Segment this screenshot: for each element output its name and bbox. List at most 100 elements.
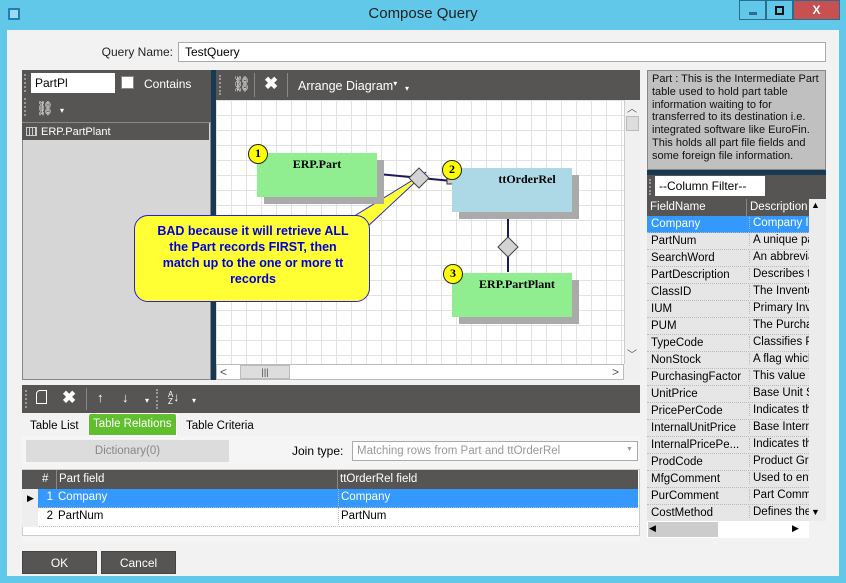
field-row[interactable]: CostMethod Defines the: [647, 505, 809, 522]
field-name-cell: NonStock: [651, 354, 701, 366]
scroll-thumb[interactable]: [648, 522, 718, 537]
column-header-fieldname[interactable]: FieldName: [650, 201, 706, 213]
join-type-select[interactable]: Matching rows from Part and ttOrderRel: [352, 441, 638, 461]
contains-checkbox[interactable]: [121, 76, 134, 89]
field-row[interactable]: InternalPricePe... Indicates th: [647, 437, 809, 454]
list-item[interactable]: ERP.PartPlant: [22, 123, 209, 140]
chevron-down-icon: ▾: [393, 79, 398, 88]
field-row[interactable]: Company Company Id: [647, 216, 809, 233]
field-row[interactable]: SearchWord An abbrevia: [647, 250, 809, 267]
toolbar-grip[interactable]: [219, 75, 223, 95]
relations-toolbar: [22, 385, 640, 413]
query-name-input[interactable]: [178, 42, 826, 62]
part-field-cell[interactable]: PartNum: [58, 510, 103, 522]
ttorderrel-field-cell[interactable]: Company: [338, 489, 390, 506]
field-name-cell: TypeCode: [651, 337, 704, 349]
scroll-thumb[interactable]: [626, 116, 639, 131]
close-button[interactable]: X: [793, 0, 840, 20]
minimize-button[interactable]: [739, 0, 766, 20]
field-row[interactable]: MfgComment Used to ent: [647, 471, 809, 488]
field-description-cell: Defines the: [749, 506, 809, 518]
link-icon[interactable]: ⛓: [232, 75, 251, 93]
table-search-input[interactable]: [31, 73, 115, 93]
field-row[interactable]: IUM Primary Inve: [647, 301, 809, 318]
scroll-up-icon[interactable]: ▲: [811, 200, 820, 210]
field-row[interactable]: UnitPrice Base Unit S: [647, 386, 809, 403]
arrange-diagram-button[interactable]: Arrange Diagram▾: [298, 79, 397, 93]
field-name-cell: InternalUnitPrice: [651, 422, 737, 434]
chevron-down-icon[interactable]: ▼: [626, 446, 633, 453]
scroll-down-icon[interactable]: ﹀: [625, 346, 639, 362]
scroll-thumb[interactable]: |||: [240, 365, 290, 379]
field-row[interactable]: ProdCode Product Gro: [647, 454, 809, 471]
scroll-right-icon[interactable]: ▶: [792, 523, 799, 534]
delete-icon[interactable]: ✖: [62, 388, 76, 408]
table-row[interactable]: ▶ 1 Company Company: [22, 489, 638, 508]
field-row[interactable]: TypeCode Classifies P: [647, 335, 809, 352]
cancel-button[interactable]: Cancel: [101, 551, 176, 574]
toolbar-grip[interactable]: [25, 390, 29, 408]
field-description-cell: The Purchas: [749, 319, 809, 331]
field-row[interactable]: ClassID The Invento: [647, 284, 809, 301]
maximize-icon: [775, 5, 784, 15]
tab-table-criteria[interactable]: Table Criteria: [186, 414, 254, 436]
link-icon[interactable]: ⛓: [36, 100, 54, 117]
tab-table-relations[interactable]: Table Relations: [88, 413, 177, 436]
ttorderrel-field-cell[interactable]: PartNum: [338, 508, 386, 525]
dictionary-button[interactable]: Dictionary(0): [26, 440, 229, 462]
scroll-down-icon[interactable]: ▼: [811, 507, 820, 517]
row-number: 2: [46, 510, 53, 522]
column-header-number[interactable]: #: [42, 473, 48, 485]
query-name-label: Query Name:: [101, 45, 173, 59]
diagram-node-erp-part[interactable]: ERP.Part: [257, 153, 377, 197]
field-name-cell: IUM: [651, 303, 673, 315]
diagram-node-ttorderrel[interactable]: ttOrderRel: [452, 168, 572, 212]
toolbar-overflow-icon[interactable]: ▾: [405, 84, 409, 93]
move-up-icon[interactable]: ↑: [97, 390, 104, 405]
scroll-left-icon[interactable]: <: [220, 365, 227, 379]
fields-vertical-scrollbar[interactable]: [809, 199, 826, 521]
chevron-down-icon[interactable]: ▾: [145, 396, 149, 405]
field-name-cell: PartDescription: [651, 269, 730, 281]
table-row[interactable]: 2 PartNum PartNum: [22, 508, 638, 527]
scroll-left-icon[interactable]: ◀: [649, 523, 656, 534]
toolbar-grip[interactable]: [24, 74, 28, 92]
toolbar-grip[interactable]: [649, 179, 653, 195]
field-row[interactable]: PricePerCode Indicates th: [647, 403, 809, 420]
toolbar-grip[interactable]: [24, 98, 28, 116]
column-header-ttorderrel-field[interactable]: ttOrderRel field: [337, 470, 417, 489]
window-title: Compose Query: [368, 5, 478, 22]
tab-table-list[interactable]: Table List: [30, 414, 79, 436]
arrange-diagram-label: Arrange Diagram: [298, 79, 394, 93]
field-row[interactable]: PartDescription Describes th: [647, 267, 809, 284]
field-row[interactable]: NonStock A flag which: [647, 352, 809, 369]
part-field-cell[interactable]: Company: [58, 491, 107, 503]
field-name-cell: UnitPrice: [651, 388, 698, 400]
column-header-description[interactable]: Description: [746, 199, 808, 216]
chevron-down-icon[interactable]: ▾: [192, 396, 196, 405]
field-row[interactable]: PurComment Part Comme: [647, 488, 809, 505]
move-down-icon[interactable]: ↓: [122, 390, 129, 405]
field-row[interactable]: PartNum A unique pa: [647, 233, 809, 250]
sort-icon[interactable]: A Z↓: [168, 390, 179, 405]
field-row[interactable]: InternalUnitPrice Base Intern: [647, 420, 809, 437]
field-row[interactable]: PurchasingFactor This value is: [647, 369, 809, 386]
chevron-down-icon[interactable]: ▾: [60, 106, 64, 115]
field-name-cell: PartNum: [651, 235, 697, 247]
diagram-vertical-scrollbar[interactable]: [624, 100, 640, 364]
field-row[interactable]: PUM The Purchas: [647, 318, 809, 335]
table-icon: [26, 127, 37, 136]
scroll-up-icon[interactable]: ︿: [625, 100, 639, 116]
diagram-node-erp-partplant[interactable]: ERP.PartPlant: [452, 273, 572, 317]
toolbar-separator: [287, 73, 288, 97]
delete-icon[interactable]: ✖: [264, 74, 278, 94]
maximize-button[interactable]: [766, 0, 793, 20]
column-header-part-field[interactable]: Part field: [56, 470, 104, 489]
ok-button[interactable]: OK: [22, 551, 97, 574]
column-filter-input[interactable]: [655, 176, 765, 196]
scroll-right-icon[interactable]: >: [612, 365, 619, 379]
row-number: 1: [46, 491, 53, 503]
new-icon[interactable]: [36, 390, 47, 404]
field-description-cell: Base Intern: [749, 421, 809, 433]
toolbar-grip[interactable]: [156, 389, 160, 409]
